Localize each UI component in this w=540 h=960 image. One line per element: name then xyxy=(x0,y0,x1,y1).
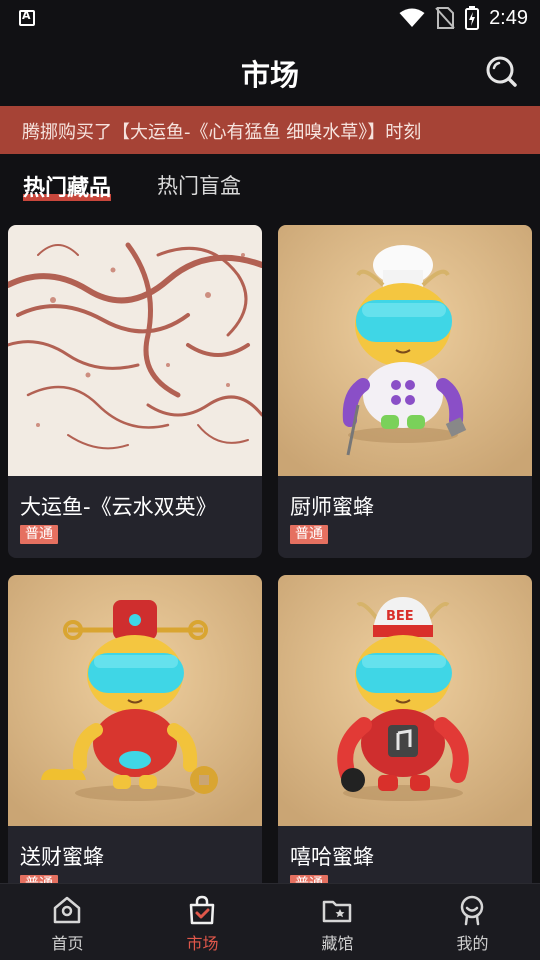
nav-home[interactable]: 首页 xyxy=(0,884,135,960)
card-title: 嘻哈蜜蜂 xyxy=(290,845,374,869)
nav-collection[interactable]: 藏馆 xyxy=(270,884,405,960)
folder-star-icon xyxy=(322,900,352,923)
battery-charging-icon xyxy=(465,6,480,30)
tab-label: 热门盲盒 xyxy=(157,174,241,198)
product-card[interactable]: 送财蜜蜂 普通 xyxy=(8,575,262,905)
clock: 2:49 xyxy=(489,6,528,29)
no-sim-icon xyxy=(435,7,455,29)
fortune-bee-figure-image xyxy=(8,575,262,826)
wifi-icon xyxy=(399,8,425,27)
nav-profile[interactable]: 我的 xyxy=(405,884,540,960)
product-card[interactable]: 厨师蜜蜂 普通 xyxy=(278,225,532,558)
app-notification-icon: A xyxy=(19,9,35,26)
artwork-ink-fish-image xyxy=(8,225,262,476)
chef-bee-figure-image xyxy=(278,225,532,476)
nav-label: 首页 xyxy=(51,934,84,953)
home-icon xyxy=(53,896,81,924)
status-bar: A 2:49 xyxy=(0,0,540,36)
nav-label: 我的 xyxy=(456,934,489,953)
card-title: 大运鱼-《云水双英》 xyxy=(20,495,217,519)
page-title: 市场 xyxy=(240,58,299,92)
nav-label: 藏馆 xyxy=(321,934,354,953)
ticker-text: 腾挪购买了【大运鱼-《心有猛鱼 细嗅水草》】时刻 xyxy=(22,122,422,143)
rarity-badge: 普通 xyxy=(290,525,328,544)
bottom-navigation: 首页 市场 藏馆 我的 xyxy=(0,883,540,960)
profile-icon xyxy=(460,895,484,926)
top-bar: 市场 xyxy=(0,36,540,106)
shopping-bag-icon xyxy=(189,895,215,925)
purchase-ticker[interactable]: 腾挪购买了【大运鱼-《心有猛鱼 细嗅水草》】时刻 xyxy=(0,106,540,154)
rarity-badge: 普通 xyxy=(20,525,58,544)
card-title: 送财蜜蜂 xyxy=(20,845,104,869)
product-card[interactable]: 大运鱼-《云水双英》 普通 xyxy=(8,225,262,558)
nav-label: 市场 xyxy=(186,934,219,953)
card-title: 厨师蜜蜂 xyxy=(290,495,374,519)
tab-hot-blind-boxes[interactable]: 热门盲盒 xyxy=(157,170,241,200)
tab-hot-collections[interactable]: 热门藏品 xyxy=(23,170,112,202)
search-icon[interactable] xyxy=(484,54,518,88)
category-tabs: 热门藏品 热门盲盒 xyxy=(0,154,540,214)
nav-market[interactable]: 市场 xyxy=(135,884,270,960)
hiphop-bee-figure-image: BEE xyxy=(278,575,532,826)
tab-label: 热门藏品 xyxy=(23,176,112,201)
cap-text: BEE xyxy=(386,609,414,624)
product-card[interactable]: BEE 嘻哈蜜蜂 普通 xyxy=(278,575,532,905)
